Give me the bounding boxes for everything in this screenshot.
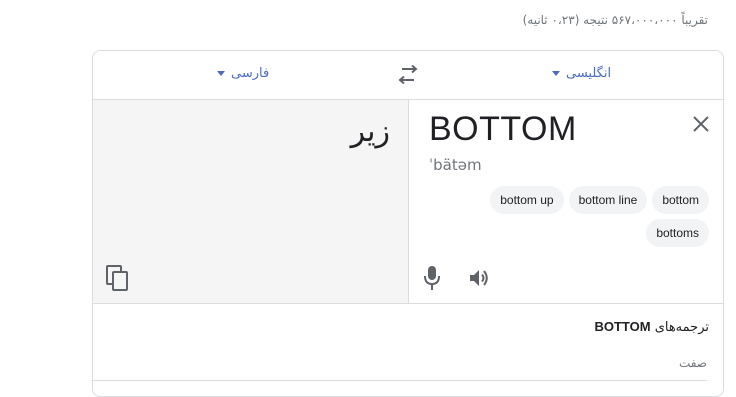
close-icon[interactable] xyxy=(691,114,711,134)
phonetic-text: ˈbätəm xyxy=(429,156,482,174)
divider xyxy=(93,380,707,381)
translations-section: ترجمه‌های BOTTOM صفت xyxy=(93,303,723,396)
translations-title-word: BOTTOM xyxy=(594,319,651,334)
translation-text: زیر xyxy=(350,114,390,149)
suggestion-chip[interactable]: bottoms xyxy=(646,219,709,247)
suggestion-chips: bottom up bottom line bottom bottoms xyxy=(479,186,709,247)
source-language-select[interactable]: انگلیسی xyxy=(552,66,611,81)
microphone-icon[interactable] xyxy=(423,265,441,291)
translations-title: ترجمه‌های BOTTOM xyxy=(594,319,709,335)
source-text[interactable]: BOTTOM xyxy=(429,110,577,149)
copy-icon[interactable] xyxy=(105,264,131,292)
target-language-label: فارسی xyxy=(231,66,270,81)
source-pane: BOTTOM ˈbätəm bottom up bottom line bott… xyxy=(409,100,723,303)
suggestion-chip[interactable]: bottom xyxy=(652,186,709,214)
caret-down-icon xyxy=(217,71,225,76)
language-bar: فارسی انگلیسی xyxy=(93,51,723,100)
translations-title-prefix: ترجمه‌های xyxy=(654,320,709,335)
target-language-select[interactable]: فارسی xyxy=(217,66,269,81)
swap-icon[interactable] xyxy=(396,65,420,85)
caret-down-icon xyxy=(552,71,560,76)
source-language-label: انگلیسی xyxy=(566,66,612,81)
part-of-speech-label: صفت xyxy=(678,356,707,370)
suggestion-chip[interactable]: bottom line xyxy=(568,186,648,214)
translate-card: فارسی انگلیسی زیر BOTTOM ˈbätəm bottom u… xyxy=(92,50,724,397)
results-stats: تقریباً ۵۶۷،۰۰۰،۰۰۰ نتیجه (۰،۲۳ ثانیه) xyxy=(522,13,708,27)
translation-pane: زیر xyxy=(93,100,409,303)
suggestion-chip[interactable]: bottom up xyxy=(490,186,564,214)
speaker-icon[interactable] xyxy=(467,266,491,290)
